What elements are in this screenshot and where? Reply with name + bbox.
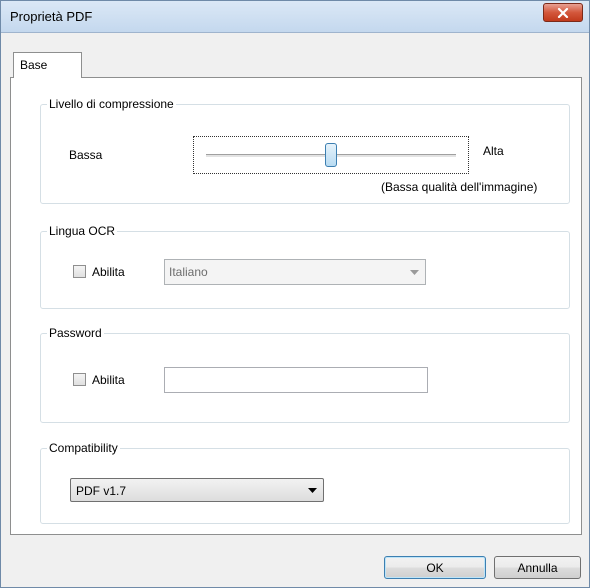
pdf-properties-dialog: Proprietà PDF Base Livello di compressio… [0,0,590,588]
cancel-button-label: Annulla [517,560,558,575]
password-group-label: Password [47,326,104,340]
ocr-enable-checkbox[interactable] [73,265,86,278]
compatibility-select[interactable]: PDF v1.7 [70,478,324,502]
compatibility-group-label: Compatibility [47,441,120,455]
ok-button-label: OK [426,560,444,575]
slider-thumb[interactable] [325,143,337,167]
ocr-group: Lingua OCR Abilita Italiano [40,224,570,309]
close-icon [557,7,569,18]
password-enable-label[interactable]: Abilita [92,373,125,387]
close-button[interactable] [543,3,583,22]
password-field[interactable] [164,367,428,393]
chevron-down-icon [410,270,419,275]
compatibility-group: Compatibility PDF v1.7 [40,441,570,524]
compression-high-label: Alta [483,144,504,158]
compression-slider[interactable] [193,136,469,174]
compression-group-label: Livello di compressione [47,97,176,111]
compression-group: Livello di compressione Bassa Alta (Bass… [40,97,570,204]
tab-base[interactable]: Base [13,52,82,78]
tab-base-label: Base [20,58,48,72]
window-title: Proprietà PDF [10,9,93,24]
ocr-language-select[interactable]: Italiano [164,259,426,285]
compatibility-value: PDF v1.7 [76,484,127,498]
password-group: Password Abilita [40,326,570,423]
compression-low-label: Bassa [69,148,103,162]
ocr-group-label: Lingua OCR [47,224,118,238]
ok-button[interactable]: OK [384,556,486,579]
chevron-down-icon [308,488,317,493]
tab-panel-base: Livello di compressione Bassa Alta (Bass… [10,77,582,535]
ocr-language-value: Italiano [169,265,208,279]
ocr-enable-label[interactable]: Abilita [92,265,125,279]
cancel-button[interactable]: Annulla [494,556,581,579]
title-bar[interactable]: Proprietà PDF [1,1,589,33]
password-enable-checkbox[interactable] [73,373,86,386]
compression-quality-status: (Bassa qualità dell'immagine) [381,180,538,194]
